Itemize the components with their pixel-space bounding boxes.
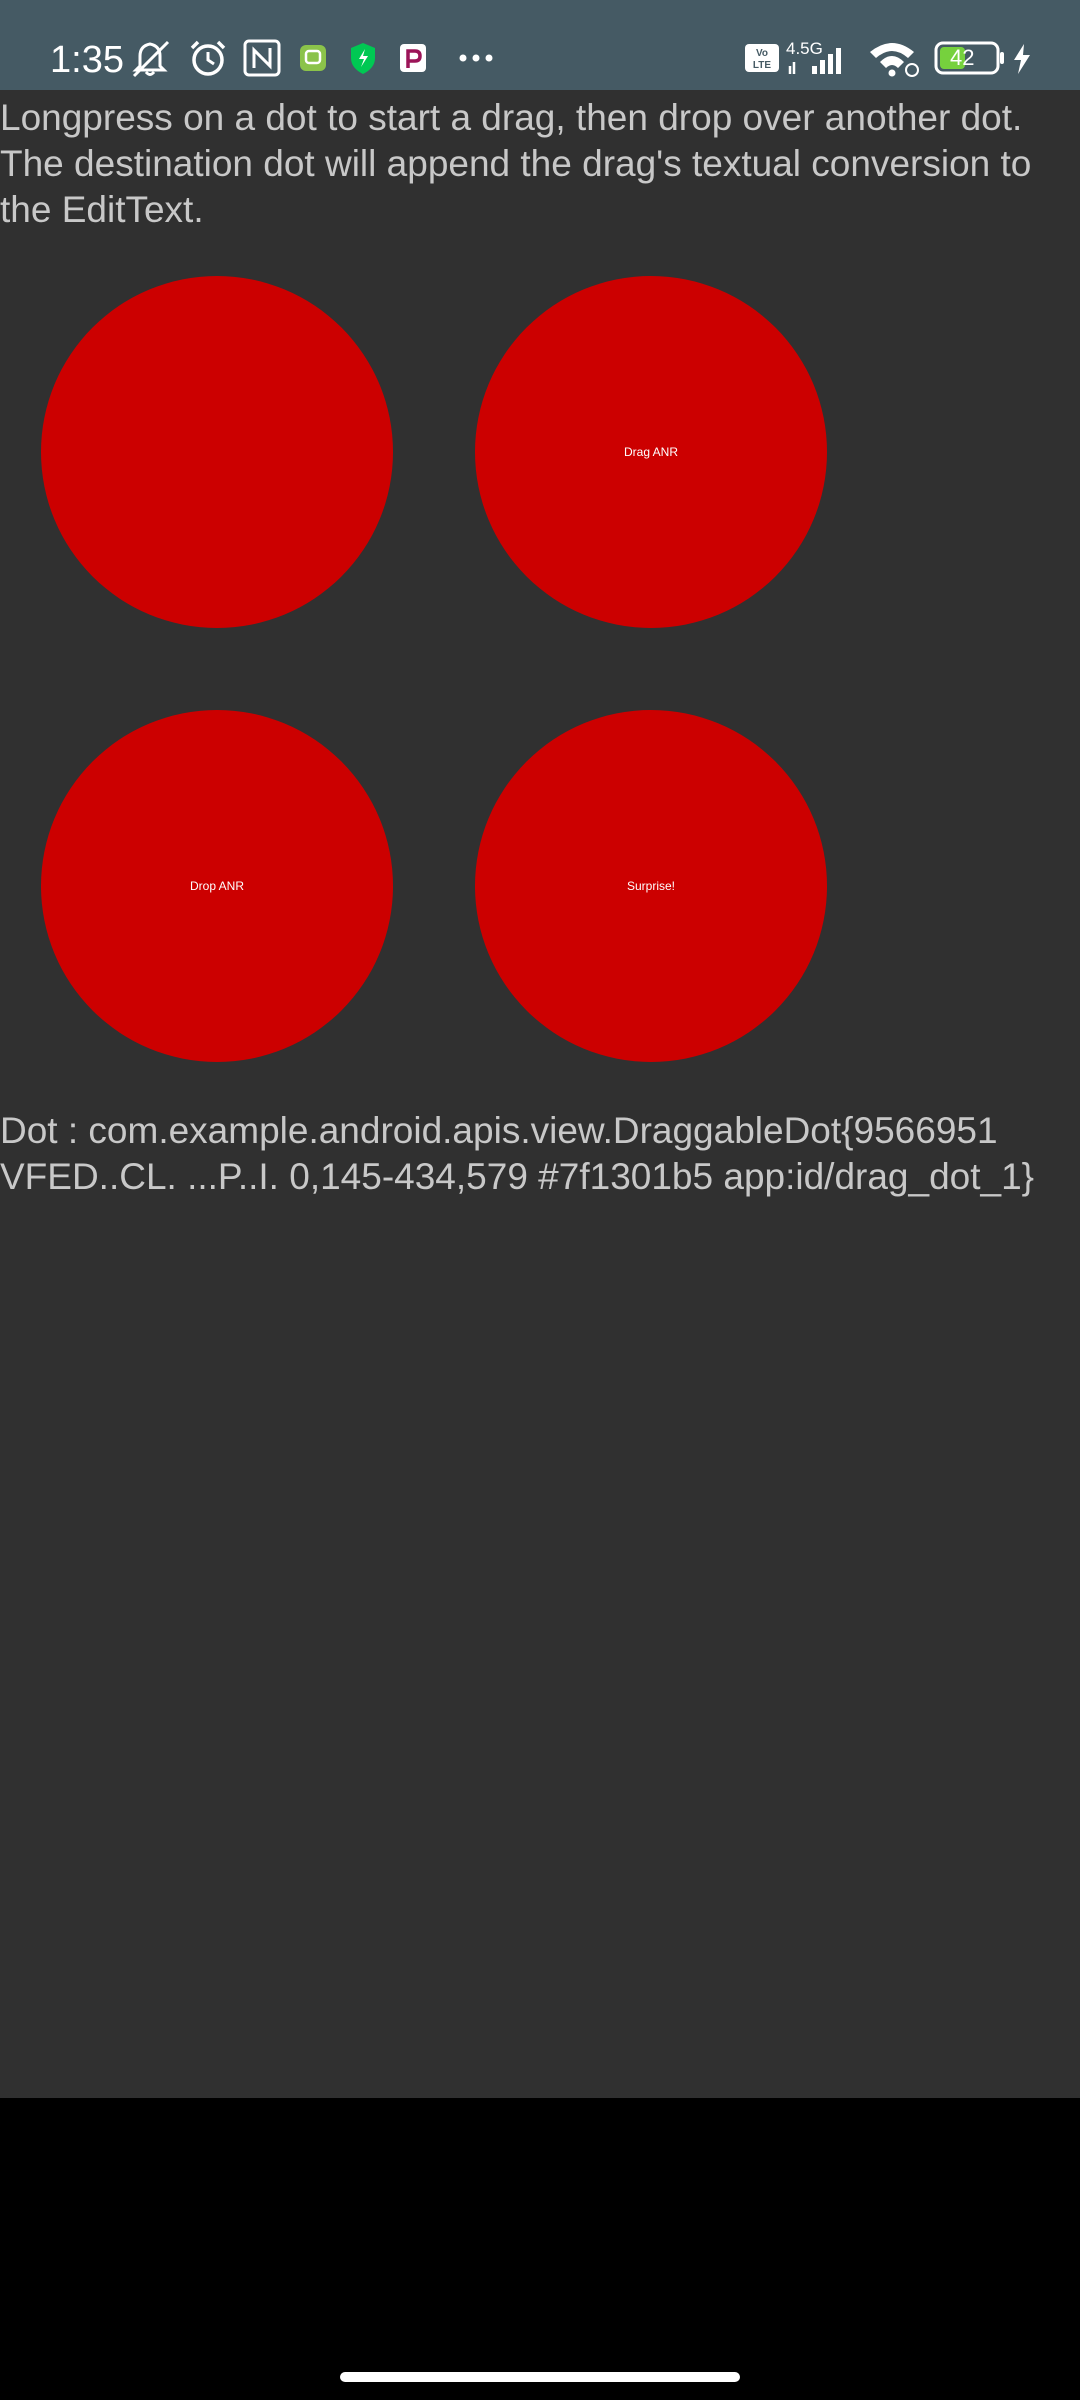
wifi-icon xyxy=(868,38,920,78)
drag-result-edittext[interactable]: Dot : com.example.android.apis.view.Drag… xyxy=(0,1108,1080,1200)
phone-screen: 1:35 Vo LTE 4.5G 42 Longpress on a dot t… xyxy=(0,0,1080,2400)
volte-icon: Vo LTE xyxy=(744,38,780,78)
navigation-bar xyxy=(0,2098,1080,2400)
nfc-icon xyxy=(242,38,282,78)
dot-label: Surprise! xyxy=(626,879,676,893)
result-line: Dot : com.example.android.apis.view.Drag… xyxy=(0,1110,998,1151)
status-bar: 1:35 Vo LTE 4.5G 42 xyxy=(0,0,1080,90)
home-gesture-handle[interactable] xyxy=(340,2372,740,2382)
more-notifications-icon xyxy=(456,38,496,78)
dot-label: Drag ANR xyxy=(623,445,679,459)
svg-text:LTE: LTE xyxy=(753,60,771,71)
drag-dot-surprise[interactable]: Surprise! xyxy=(475,710,827,1062)
svg-text:Vo: Vo xyxy=(756,48,768,59)
instructions-text: Longpress on a dot to start a drag, then… xyxy=(0,97,1032,230)
mute-icon xyxy=(130,38,174,78)
drag-dot-drop-anr[interactable]: Drop ANR xyxy=(41,710,393,1062)
app-notification-icon xyxy=(298,38,328,78)
dot-label: Drop ANR xyxy=(189,879,245,893)
result-line: VFED..CL. ...P..I. 0,145-434,579 #7f1301… xyxy=(0,1156,1035,1197)
signal-icon xyxy=(786,38,856,78)
alarm-icon xyxy=(188,38,228,78)
parking-app-icon xyxy=(398,38,428,78)
drag-dot-drag-anr[interactable]: Drag ANR xyxy=(475,276,827,628)
vpn-shield-icon xyxy=(348,38,378,78)
charging-icon xyxy=(1010,38,1034,78)
battery-level-label: 42 xyxy=(950,45,975,70)
drag-dot-1[interactable] xyxy=(41,276,393,628)
drag-and-drop-screen: Longpress on a dot to start a drag, then… xyxy=(0,90,1080,2098)
status-time: 1:35 xyxy=(50,39,124,81)
